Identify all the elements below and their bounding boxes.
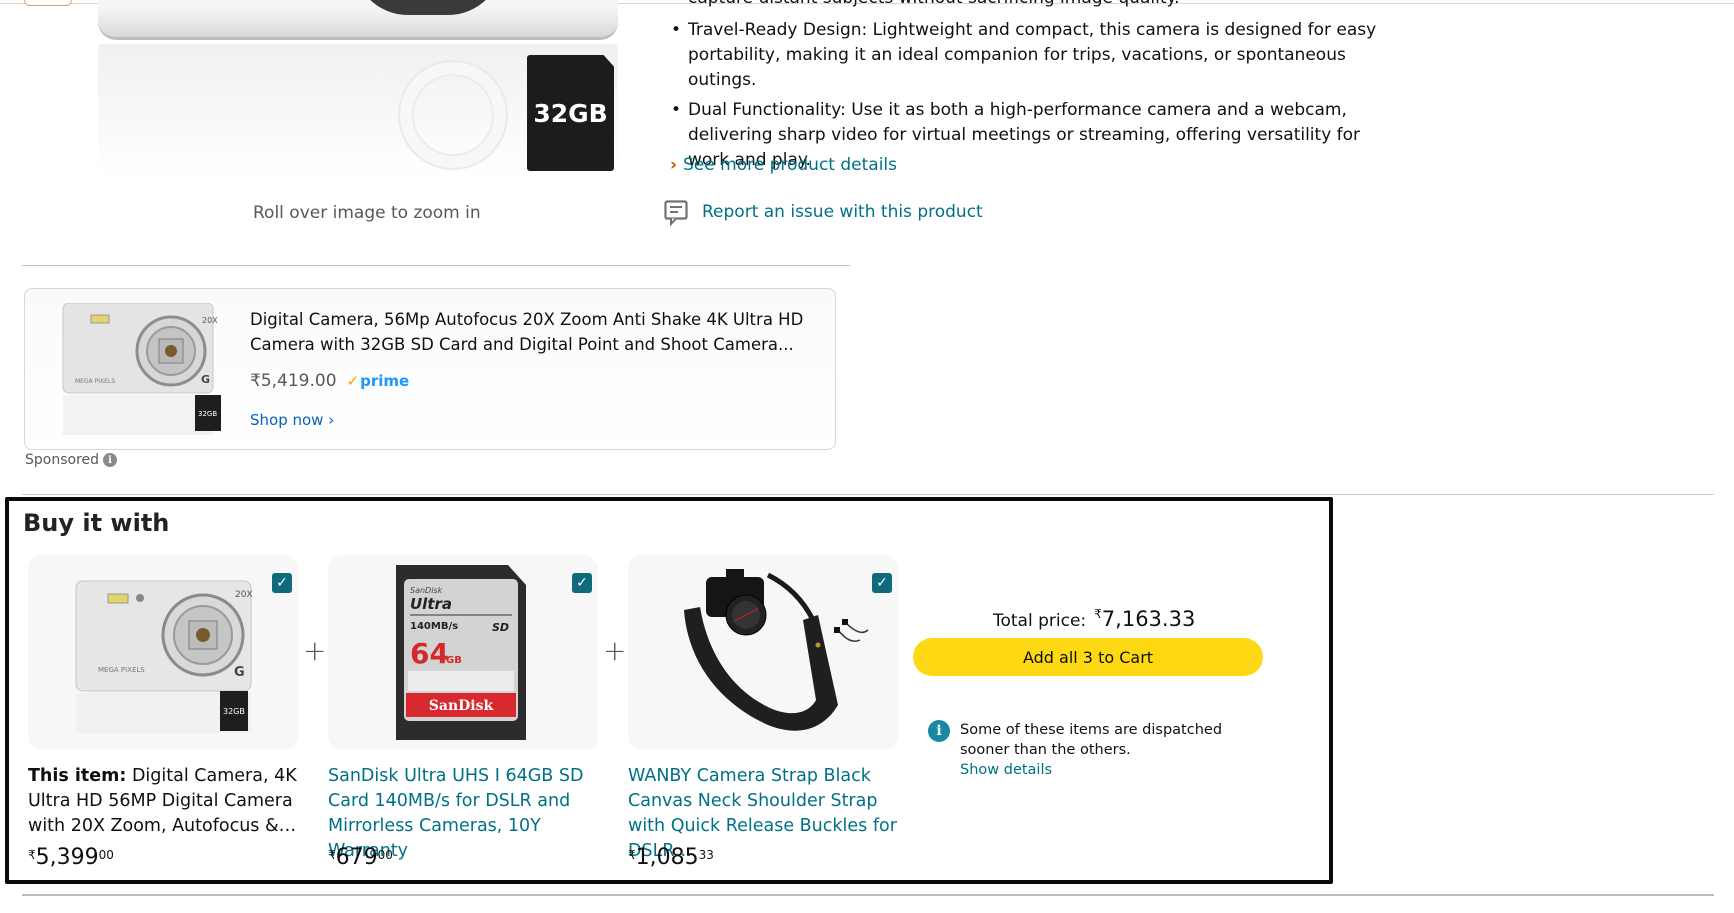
bundle-item-image-2[interactable]: SanDisk Ultra 140MB/s SD 64 GB SanDisk ✓ (328, 555, 598, 750)
plus-sign: + (603, 634, 627, 667)
total-amount-value: 7,163.33 (1101, 607, 1196, 631)
price-fraction: 33 (698, 848, 714, 862)
sponsored-text: Sponsored (25, 452, 100, 468)
card-unit-text: GB (446, 655, 462, 666)
sponsored-price: ₹5,419.00 (250, 371, 337, 391)
price-whole: 5,399 (35, 845, 99, 870)
see-more-label: See more product details (683, 155, 897, 175)
svg-text:SD: SD (492, 621, 509, 634)
bundle-item-image-3[interactable]: ✓ (628, 555, 898, 750)
price-fraction: 00 (98, 848, 114, 862)
total-price-amount: ₹7,163.33 (1094, 607, 1195, 631)
currency-symbol: ₹ (28, 848, 36, 862)
svg-text:G: G (201, 373, 210, 386)
plus-sign: + (303, 634, 327, 667)
bullet-cutoff-text: capture distant subjects without sacrifi… (688, 0, 1180, 11)
item-checkbox-3[interactable]: ✓ (872, 573, 892, 593)
bundle-item-title-1: This item: Digital Camera, 4K Ultra HD 5… (28, 764, 303, 839)
sd-card-text: 32GB (198, 410, 217, 418)
add-all-to-cart-button[interactable]: Add all 3 to Cart (913, 638, 1263, 676)
card-speed-text: 140MB/s (410, 621, 458, 632)
price-whole: 1,085 (635, 845, 699, 870)
main-product-image[interactable]: 32GB (78, 0, 638, 200)
sponsored-product-image[interactable]: MEGA PIXELS 20X G 32GB (53, 302, 243, 438)
camera-label-text: MEGA PIXELS (75, 378, 115, 385)
svg-text:G: G (234, 665, 245, 680)
item-checkbox-1[interactable]: ✓ (272, 573, 292, 593)
currency-symbol: ₹ (628, 848, 636, 862)
prime-label: prime (360, 372, 410, 390)
report-issue-link[interactable]: Report an issue with this product (664, 200, 983, 227)
bundle-item-price-2: ₹ 679 00 (328, 845, 393, 870)
sd-card-text: 32GB (223, 707, 245, 716)
price-whole: 679 (335, 845, 378, 870)
feedback-icon (664, 200, 688, 227)
camera-body-graphic (98, 0, 618, 40)
camera-zoom-text: 20X (202, 316, 218, 325)
sponsored-price-row: ₹5,419.00 ✓prime (250, 371, 409, 391)
bullet-list: Travel-Ready Design: Lightweight and com… (668, 18, 1388, 178)
report-label: Report an issue with this product (702, 202, 983, 222)
section-divider (22, 494, 1714, 495)
total-price-label: Total price: (993, 611, 1087, 631)
prime-badge: ✓prime (347, 372, 410, 390)
info-icon[interactable]: i (103, 453, 118, 467)
card-brand-logo: SanDisk (429, 698, 494, 714)
bundle-item-price-3: ₹ 1,085 33 (628, 845, 714, 870)
currency-symbol: ₹ (1094, 607, 1102, 621)
price-fraction: 00 (377, 848, 393, 862)
gallery-thumbnail[interactable] (24, 0, 72, 6)
sponsored-label: Sponsored i (25, 452, 118, 468)
camera-label-text: MEGA PIXELS (98, 666, 145, 674)
prime-check-icon: ✓ (346, 372, 360, 390)
currency-symbol: ₹ (328, 848, 336, 862)
dispatch-notice: i Some of these items are dispatched soo… (928, 720, 1268, 780)
lens-reflection-graphic (398, 60, 508, 170)
buy-it-with-title: Buy it with (23, 509, 170, 537)
see-more-details-link[interactable]: › See more product details (670, 155, 897, 175)
zoom-hint: Roll over image to zoom in (253, 203, 481, 223)
camera-zoom-text: 20X (235, 590, 253, 600)
card-line-text: Ultra (410, 595, 452, 613)
sponsored-ad-card[interactable]: MEGA PIXELS 20X G 32GB Digital Camera, 5… (24, 288, 836, 450)
section-divider (22, 265, 850, 266)
info-icon: i (928, 720, 950, 742)
dispatch-note: Some of these items are dispatched soone… (960, 722, 1223, 758)
bundle-item-price-1: ₹ 5,399 00 (28, 845, 114, 870)
sponsored-product-title[interactable]: Digital Camera, 56Mp Autofocus 20X Zoom … (250, 307, 810, 357)
card-brand-text: SanDisk (410, 586, 443, 595)
shop-now-link[interactable]: Shop now › (250, 411, 334, 429)
section-divider (22, 894, 1714, 896)
total-price: Total price: ₹7,163.33 (993, 607, 1195, 631)
sd-card-graphic: 32GB (527, 55, 614, 171)
show-details-link[interactable]: Show details (960, 760, 1268, 780)
this-item-prefix: This item: (28, 766, 127, 786)
card-capacity-text: 64 (410, 637, 449, 670)
bundle-item-image-1[interactable]: MEGA PIXELS 20X G 32GB ✓ (28, 555, 298, 750)
chevron-right-icon: › (670, 155, 678, 175)
item-checkbox-2[interactable]: ✓ (572, 573, 592, 593)
bullet-item: Travel-Ready Design: Lightweight and com… (668, 18, 1388, 93)
